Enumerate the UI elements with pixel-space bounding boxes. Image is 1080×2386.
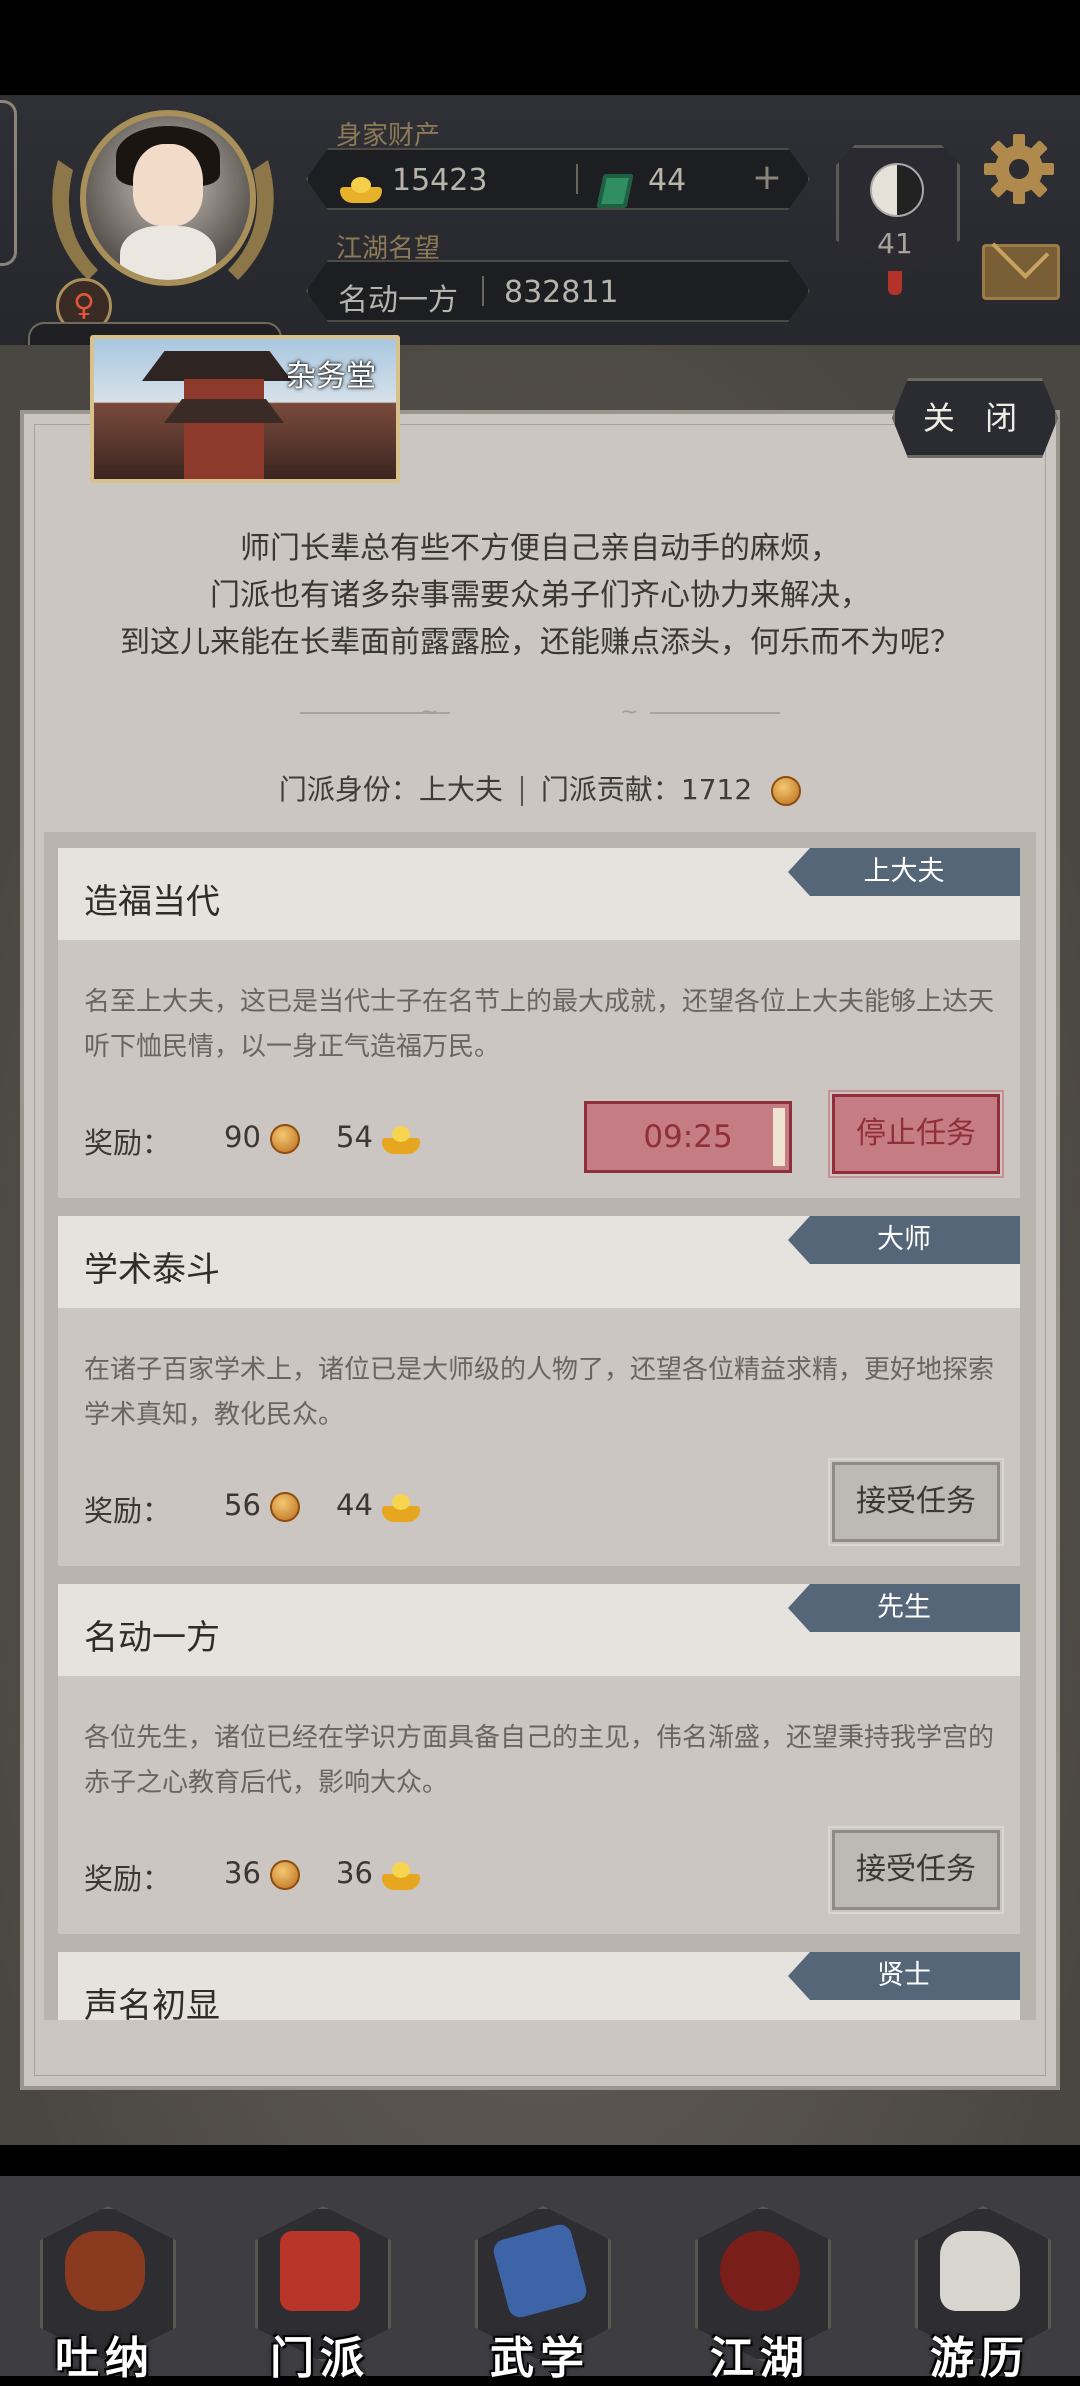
gold-ingot-icon [382, 1124, 421, 1154]
fame-title: 名动一方 [338, 283, 458, 318]
ornament-divider-right [650, 712, 780, 714]
avatar [80, 110, 256, 286]
reward-coin-amount: 90 [224, 1120, 261, 1154]
nav-label: 江湖 [710, 2333, 810, 2384]
task-description: 各位先生，诸位已经在学识方面具备自己的主见，伟名渐盛，还望秉持我学宫的赤子之心教… [84, 1723, 995, 1798]
jade-icon [596, 174, 633, 208]
accept-task-button[interactable]: 接受任务 [828, 1826, 1004, 1914]
reward-gold-amount: 54 [336, 1120, 373, 1154]
gold-ingot-icon [382, 1860, 421, 1890]
gold-amount: 15423 [392, 163, 488, 198]
rank-tag: 大师 [788, 1216, 1020, 1264]
wealth-bar: 15423 44 + [306, 148, 810, 210]
rank-tag: 贤士 [788, 1952, 1020, 2000]
task-timer: 09:25 [584, 1101, 792, 1173]
hall-thumbnail: 杂务堂 [90, 335, 400, 483]
ornament-curl-icon: ~ [620, 700, 639, 725]
white-horse-icon [940, 2231, 1020, 2311]
player-avatar[interactable]: ♀ [28, 110, 298, 358]
gear-icon[interactable] [982, 132, 1056, 206]
reward-coin: 56 [224, 1488, 301, 1522]
wealth-label: 身家财产 [336, 121, 441, 151]
nav-label: 吐纳 [55, 2333, 155, 2384]
hall-title: 杂务堂 [286, 359, 376, 394]
reward-gold-amount: 36 [336, 1856, 373, 1890]
fame-value: 832811 [504, 275, 619, 310]
task-list[interactable]: 造福当代 上大夫 名至上大夫，这已是当代士子在名节上的最大成就，还望各位上大夫能… [44, 832, 1036, 2020]
avatar-body [120, 226, 216, 280]
status-bar [0, 0, 1080, 95]
task-title: 学术泰斗 [84, 1250, 220, 1290]
task-card: 声名初显 贤士 [58, 1952, 1020, 2020]
side-drawer-handle[interactable] [0, 100, 17, 266]
add-currency-button[interactable]: + [748, 160, 786, 198]
pavilion-roof-lower [164, 399, 284, 423]
task-title: 造福当代 [84, 882, 220, 922]
reward-gold: 44 [336, 1488, 421, 1522]
reward-label: 奖励： [84, 1862, 172, 1896]
nav-item-travel[interactable]: 游历 [905, 2186, 1055, 2384]
task-card: 造福当代 上大夫 名至上大夫，这已是当代士子在名节上的最大成就，还望各位上大夫能… [58, 848, 1020, 1198]
ornament-curl-icon: ~ [420, 700, 439, 725]
reward-coin-amount: 36 [224, 1856, 261, 1890]
divider [520, 776, 523, 806]
sect-info: 门派身份：上大夫 门派贡献：1712 [0, 768, 1080, 808]
nav-label: 游历 [930, 2333, 1030, 2384]
contribution-coin-icon [771, 776, 802, 806]
sect-level: 41 [877, 227, 913, 260]
tassel-icon [888, 271, 902, 295]
gold-ingot-icon [340, 177, 382, 203]
nav-label: 武学 [490, 2333, 590, 2384]
reward-label: 奖励： [84, 1494, 172, 1528]
close-button[interactable]: 关 闭 [892, 378, 1058, 458]
avatar-face [133, 144, 203, 226]
gold-ingot-icon [382, 1492, 421, 1522]
nav-item-sect[interactable]: 门派 [245, 2186, 395, 2384]
reward-gold: 54 [336, 1120, 421, 1154]
intro-line-3: 到这儿来能在长辈面前露露脸，还能赚点添头，何乐而不为呢？ [120, 625, 960, 660]
reward-coin: 90 [224, 1120, 301, 1154]
fame-bar: 名动一方 832811 [306, 260, 810, 322]
bottom-nav: 吐纳 门派 武学 江湖 游历 [0, 2176, 1080, 2384]
taiji-icon [870, 163, 924, 217]
intro-line-1: 师门长辈总有些不方便自己亲自动手的麻烦， [240, 531, 840, 566]
nav-item-breathing[interactable]: 吐纳 [30, 2186, 180, 2384]
gourd-icon [65, 2231, 145, 2311]
task-title: 名动一方 [84, 1618, 220, 1658]
task-card: 学术泰斗 大师 在诸子百家学术上，诸位已是大师级的人物了，还望各位精益求精，更好… [58, 1216, 1020, 1566]
reward-coin: 36 [224, 1856, 301, 1890]
coin-icon [270, 1124, 301, 1154]
bamboo-hat-icon [720, 2231, 800, 2311]
coin-icon [270, 1492, 301, 1522]
pavilion-roof [142, 351, 292, 381]
reward-coin-amount: 56 [224, 1488, 261, 1522]
divider [482, 276, 484, 306]
task-title: 声名初显 [84, 1986, 220, 2020]
divider [576, 164, 578, 194]
sect-identity: 门派身份：上大夫 [278, 773, 503, 806]
nav-label: 门派 [270, 2333, 370, 2384]
pavilion-body [184, 379, 264, 479]
banner-icon [280, 2231, 360, 2311]
task-description: 名至上大夫，这已是当代士子在名节上的最大成就，还望各位上大夫能够上达天听下恤民情… [84, 987, 995, 1062]
stop-task-button[interactable]: 停止任务 [828, 1090, 1004, 1178]
fame-label: 江湖名望 [336, 234, 441, 264]
jade-amount: 44 [648, 163, 687, 198]
coin-icon [270, 1860, 301, 1890]
reward-gold-amount: 44 [336, 1488, 373, 1522]
reward-label: 奖励： [84, 1126, 172, 1160]
task-description: 在诸子百家学术上，诸位已是大师级的人物了，还望各位精益求精，更好地探索学术真知，… [84, 1355, 995, 1430]
mail-icon[interactable] [982, 244, 1060, 300]
intro-line-2: 门派也有诸多杂事需要众弟子们齐心协力来解决， [210, 578, 870, 613]
nav-item-jianghu[interactable]: 江湖 [685, 2186, 835, 2384]
nav-item-martial-arts[interactable]: 武学 [465, 2186, 615, 2384]
reward-gold: 36 [336, 1856, 421, 1890]
task-card: 名动一方 先生 各位先生，诸位已经在学识方面具备自己的主见，伟名渐盛，还望秉持我… [58, 1584, 1020, 1934]
accept-task-button[interactable]: 接受任务 [828, 1458, 1004, 1546]
sect-contribution: 门派贡献：1712 [540, 773, 753, 806]
sect-level-badge[interactable]: 41 [836, 125, 960, 295]
rank-tag: 上大夫 [788, 848, 1020, 896]
rank-tag: 先生 [788, 1584, 1020, 1632]
